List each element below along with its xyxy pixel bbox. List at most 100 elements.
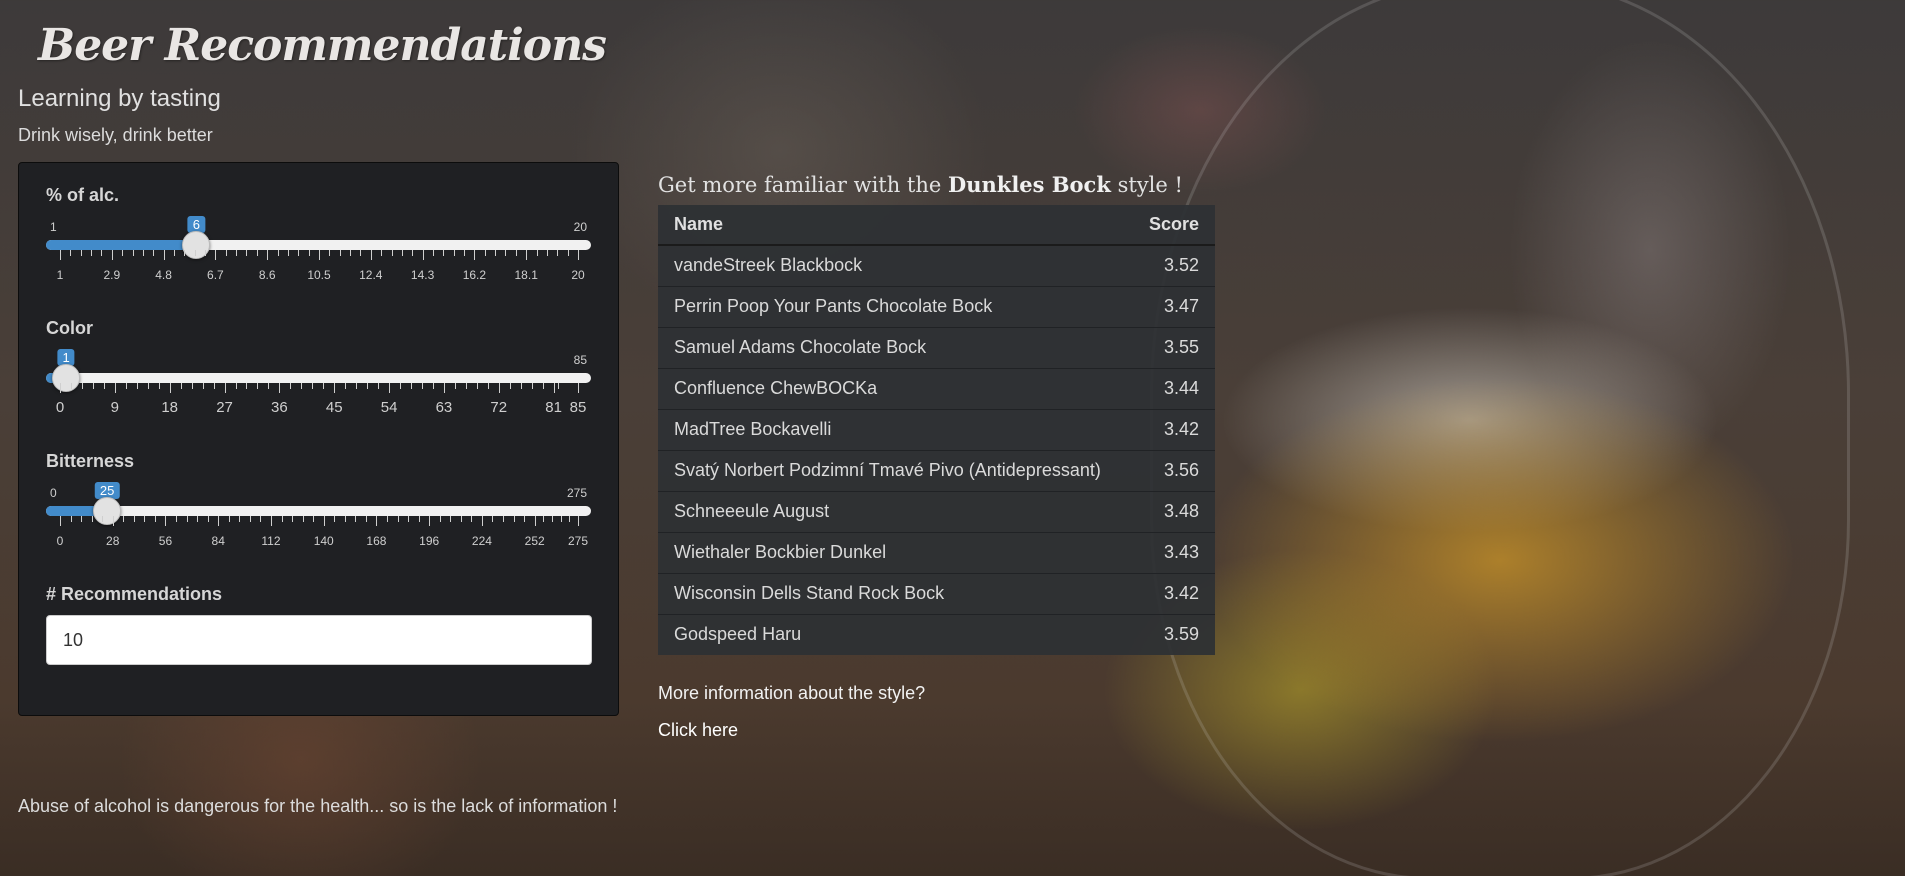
beer-score-cell: 3.59 xyxy=(1130,613,1215,655)
slider-minor-tick xyxy=(256,250,258,256)
slider-major-tick xyxy=(215,250,217,260)
slider-grid-label: 275 xyxy=(567,534,589,548)
slider-minor-tick xyxy=(542,383,544,389)
slider-major-tick xyxy=(443,383,445,393)
slider-minor-tick xyxy=(260,516,262,522)
alcohol-ticks xyxy=(46,250,591,262)
slider-minor-tick xyxy=(207,516,209,522)
alcohol-label: % of alc. xyxy=(46,185,120,205)
slider-grid-label: 36 xyxy=(271,399,288,416)
style-info-link[interactable]: Click here xyxy=(658,720,738,741)
slider-grid-label: 9 xyxy=(110,399,120,416)
table-row: vandeStreek Blackbock 3.52 xyxy=(658,244,1215,286)
slider-minor-tick xyxy=(202,383,204,389)
table-row: Confluence ChewBOCKa 3.44 xyxy=(658,367,1215,409)
slider-minor-tick xyxy=(80,250,82,256)
slider-minor-tick xyxy=(246,250,248,256)
slider-major-tick xyxy=(498,383,500,393)
slider-minor-tick xyxy=(122,250,124,256)
footer-disclaimer: Abuse of alcohol is dangerous for the he… xyxy=(18,796,618,816)
recommendations-input[interactable] xyxy=(46,615,592,665)
bitterness-min-label: 0 xyxy=(50,486,57,500)
slider-minor-tick xyxy=(205,250,207,256)
slider-major-tick xyxy=(553,383,555,393)
slider-minor-tick xyxy=(365,516,367,522)
slider-minor-tick xyxy=(213,383,215,389)
slider-minor-tick xyxy=(197,516,199,522)
bitterness-slider[interactable]: 0 275 25 0 28 56 84 112 140 168 196 224 252 275 xyxy=(46,472,591,584)
slider-minor-tick xyxy=(301,383,303,389)
slider-major-tick xyxy=(60,250,61,260)
slider-minor-tick xyxy=(546,250,548,256)
bitterness-label: Bitterness xyxy=(46,451,135,471)
slider-minor-tick xyxy=(144,516,146,522)
slider-major-tick xyxy=(267,250,269,260)
slider-minor-tick xyxy=(323,383,325,389)
slider-grid-label: 4.8 xyxy=(155,268,172,282)
slider-minor-tick xyxy=(381,250,383,256)
sidebar-panel: % of alc. 1 20 6 1 2.9 4.8 6.7 8.6 10.5 12.4 14… xyxy=(18,162,619,716)
slider-minor-tick xyxy=(70,250,72,256)
slider-grid-label: 81 xyxy=(545,399,562,416)
table-row: Wiethaler Bockbier Dunkel 3.43 xyxy=(658,531,1215,573)
more-info-text: More information about the style? xyxy=(658,683,926,703)
slider-grid-label: 112 xyxy=(261,534,281,548)
slider-major-tick xyxy=(224,383,226,393)
alcohol-min-label: 1 xyxy=(50,220,57,234)
slider-grid-label: 14.3 xyxy=(410,268,435,282)
slider-grid-label: 18 xyxy=(161,399,179,416)
slider-minor-tick xyxy=(505,250,507,256)
slider-minor-tick xyxy=(355,516,357,522)
slider-major-tick xyxy=(429,516,431,526)
slider-major-tick xyxy=(578,516,579,526)
beer-score-cell: 3.43 xyxy=(1130,531,1215,573)
slider-grid-label: 196 xyxy=(419,534,440,548)
style-heading-suffix: style ! xyxy=(1117,173,1183,197)
slider-minor-tick xyxy=(386,516,388,522)
slider-minor-tick xyxy=(228,516,230,522)
bitterness-track[interactable] xyxy=(46,506,591,516)
slider-major-tick xyxy=(112,516,114,526)
score-column-header[interactable]: Score xyxy=(1130,205,1215,246)
table-row: Perrin Poop Your Pants Chocolate Bock 3.4… xyxy=(658,285,1215,327)
slider-minor-tick xyxy=(432,383,434,389)
slider-minor-tick xyxy=(460,516,462,522)
slider-grid-label: 252 xyxy=(524,534,545,548)
slider-minor-tick xyxy=(70,516,72,522)
slider-minor-tick xyxy=(443,250,445,256)
name-column-header[interactable]: Name xyxy=(658,205,1131,246)
slider-grid-label: 45 xyxy=(325,399,343,416)
slider-minor-tick xyxy=(543,516,545,522)
table-row: Schneeeule August 3.48 xyxy=(658,490,1215,532)
slider-minor-tick xyxy=(184,250,186,256)
slider-minor-tick xyxy=(290,383,292,389)
slider-minor-tick xyxy=(313,516,315,522)
slider-minor-tick xyxy=(123,516,125,522)
slider-minor-tick xyxy=(552,516,553,522)
slider-minor-tick xyxy=(421,383,423,389)
color-max-label: 85 xyxy=(573,353,587,367)
slider-minor-tick xyxy=(400,383,402,389)
slider-grid-label: 18.1 xyxy=(514,268,538,282)
slider-minor-tick xyxy=(153,250,155,256)
slider-minor-tick xyxy=(520,383,522,389)
slider-minor-tick xyxy=(91,516,93,522)
color-slider[interactable]: 85 1 0 9 18 27 36 45 54 63 72 81 85 xyxy=(46,339,591,451)
recommendations-table: Name Score vandeStreek Blackbock 3.52 Perr… xyxy=(658,205,1215,655)
slider-minor-tick xyxy=(154,516,156,522)
table-row: Godspeed Haru 3.59 xyxy=(658,613,1215,655)
beer-name-cell: Wiethaler Bockbier Dunkel xyxy=(658,531,1131,573)
alcohol-slider[interactable]: 1 20 6 1 2.9 4.8 6.7 8.6 10.5 12.4 14.3 16.2 18.1… xyxy=(46,206,591,318)
color-track[interactable] xyxy=(46,373,591,383)
slider-minor-tick xyxy=(102,516,104,522)
slider-grid-label: 1 xyxy=(56,268,64,282)
slider-minor-tick xyxy=(524,516,526,522)
slider-minor-tick xyxy=(236,250,238,256)
slider-minor-tick xyxy=(569,516,571,522)
beer-name-cell: Godspeed Haru xyxy=(658,613,1131,655)
slider-minor-tick xyxy=(557,250,559,256)
slider-minor-tick xyxy=(495,250,497,256)
slider-minor-tick xyxy=(439,516,441,522)
slider-minor-tick xyxy=(513,516,515,522)
slider-minor-tick xyxy=(142,250,144,256)
